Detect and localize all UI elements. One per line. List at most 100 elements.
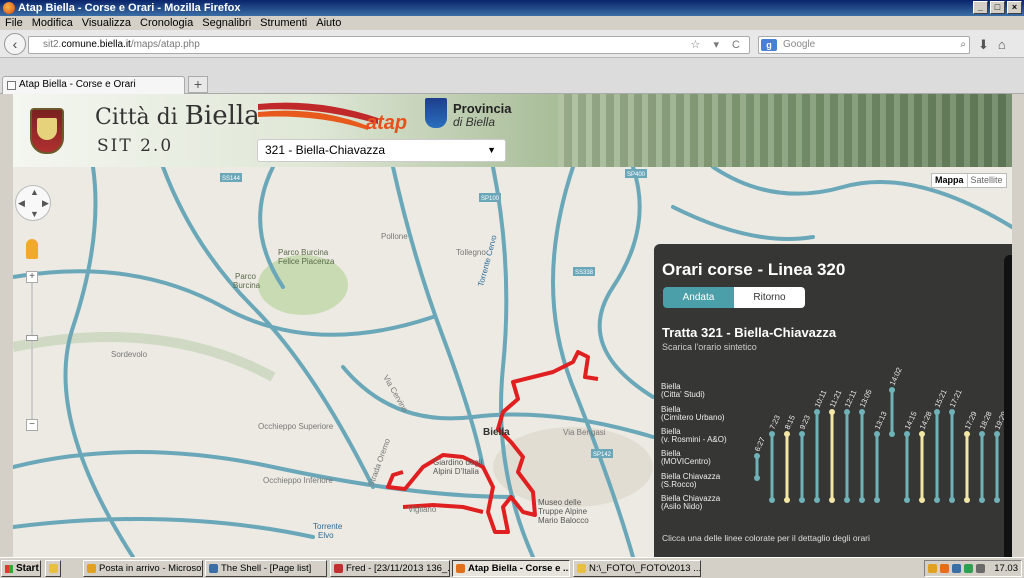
tray-icon[interactable] bbox=[964, 564, 973, 573]
tab-andata[interactable]: Andata bbox=[663, 287, 734, 308]
tratta-title: Tratta 321 - Biella-Chiavazza bbox=[662, 325, 837, 340]
run-stop-dot[interactable] bbox=[769, 431, 775, 437]
run-stop-dot[interactable] bbox=[934, 497, 940, 503]
zoom-track[interactable] bbox=[31, 283, 33, 419]
google-icon[interactable]: g bbox=[761, 39, 777, 51]
run-stop-dot[interactable] bbox=[904, 497, 910, 503]
run-stop-dot[interactable] bbox=[859, 497, 865, 503]
tray-icon[interactable] bbox=[940, 564, 949, 573]
run-time-label: 17:29 bbox=[963, 410, 979, 431]
run-stop-dot[interactable] bbox=[844, 497, 850, 503]
zoom-in-button[interactable]: + bbox=[26, 271, 38, 283]
run-stop-dot[interactable] bbox=[964, 497, 970, 503]
street-view-pegman-icon[interactable] bbox=[26, 239, 38, 259]
map-type-mappa[interactable]: Mappa bbox=[932, 174, 967, 187]
search-icon[interactable]: ⌕ bbox=[960, 37, 966, 53]
minimize-button[interactable]: _ bbox=[973, 1, 988, 14]
quicklaunch-icon[interactable] bbox=[45, 560, 61, 577]
run-stop-dot[interactable] bbox=[904, 431, 910, 437]
run-stop-dot[interactable] bbox=[874, 497, 880, 503]
pan-left-icon[interactable]: ◀ bbox=[18, 198, 25, 209]
pan-right-icon[interactable]: ▶ bbox=[42, 198, 49, 209]
run-stop-dot[interactable] bbox=[889, 431, 895, 437]
run-stop-dot[interactable] bbox=[919, 431, 925, 437]
run-stop-dot[interactable] bbox=[994, 431, 1000, 437]
app-icon bbox=[334, 564, 343, 573]
tab-title: Atap Biella - Corse e Orari bbox=[19, 79, 136, 90]
run-stop-dot[interactable] bbox=[784, 431, 790, 437]
run-stop-dot[interactable] bbox=[979, 497, 985, 503]
run-stop-dot[interactable] bbox=[754, 475, 760, 481]
menu-visualizza[interactable]: Visualizza bbox=[82, 16, 131, 30]
tab-atap-biella[interactable]: Atap Biella - Corse e Orari bbox=[2, 76, 185, 94]
zoom-out-button[interactable]: − bbox=[26, 419, 38, 431]
url-bar[interactable]: sit2.comune.biella.it/maps/atap.php ☆ ▾ … bbox=[28, 36, 750, 54]
pan-up-icon[interactable]: ▲ bbox=[30, 187, 39, 197]
map-label: Truppe Alpine bbox=[538, 507, 588, 516]
run-stop-dot[interactable] bbox=[799, 497, 805, 503]
volume-icon[interactable] bbox=[976, 564, 985, 573]
run-time-label: 15:21 bbox=[933, 388, 949, 409]
maximize-button[interactable]: □ bbox=[990, 1, 1005, 14]
menu-strumenti[interactable]: Strumenti bbox=[260, 16, 307, 30]
taskbar-item-folder[interactable]: N:\_FOTO\_FOTO\2013 ... bbox=[573, 560, 701, 577]
stop-detail: (Cimitero Urbano) bbox=[661, 413, 725, 422]
menu-segnalibri[interactable]: Segnalibri bbox=[202, 16, 251, 30]
pan-control[interactable]: ▲ ◀ ▶ ▼ bbox=[15, 185, 51, 221]
close-button[interactable]: × bbox=[1007, 1, 1022, 14]
menu-aiuto[interactable]: Aiuto bbox=[316, 16, 341, 30]
route-select-value: 321 - Biella-Chiavazza bbox=[265, 143, 386, 157]
run-stop-dot[interactable] bbox=[799, 431, 805, 437]
run-stop-dot[interactable] bbox=[814, 497, 820, 503]
run-stop-dot[interactable] bbox=[829, 497, 835, 503]
star-icon[interactable]: ☆ ▾ C bbox=[691, 37, 745, 53]
zoom-control: + − bbox=[26, 271, 38, 431]
run-stop-dot[interactable] bbox=[919, 497, 925, 503]
home-icon[interactable]: ⌂ bbox=[998, 37, 1015, 52]
tray-icon[interactable] bbox=[928, 564, 937, 573]
map-label: Tollegno bbox=[456, 248, 486, 257]
url-prefix: sit2. bbox=[43, 39, 62, 50]
run-stop-dot[interactable] bbox=[829, 409, 835, 415]
run-stop-dot[interactable] bbox=[949, 497, 955, 503]
run-stop-dot[interactable] bbox=[949, 409, 955, 415]
tab-ritorno[interactable]: Ritorno bbox=[734, 287, 805, 308]
zoom-slider-handle[interactable] bbox=[26, 335, 38, 341]
provincia-shield-icon bbox=[425, 98, 447, 128]
road-shield-label: SS144 bbox=[222, 176, 241, 182]
route-select[interactable]: 321 - Biella-Chiavazza ▼ bbox=[257, 139, 506, 162]
run-stop-dot[interactable] bbox=[994, 497, 1000, 503]
run-stop-dot[interactable] bbox=[859, 409, 865, 415]
taskbar-item-fred[interactable]: Fred - [23/11/2013 136_... bbox=[330, 560, 450, 577]
download-timetable-link[interactable]: Scarica l'orario sintetico bbox=[662, 342, 757, 352]
run-stop-dot[interactable] bbox=[769, 497, 775, 503]
taskbar-item-mail[interactable]: Posta in arrivo - Microsof... bbox=[83, 560, 203, 577]
menu-file[interactable]: File bbox=[5, 16, 23, 30]
provincia-line2: di Biella bbox=[453, 115, 496, 129]
map-type-satellite[interactable]: Satellite bbox=[966, 174, 1006, 187]
run-stop-dot[interactable] bbox=[979, 431, 985, 437]
pan-down-icon[interactable]: ▼ bbox=[30, 209, 39, 219]
run-stop-dot[interactable] bbox=[844, 409, 850, 415]
taskbar-item-shell[interactable]: The Shell - [Page list] bbox=[205, 560, 327, 577]
start-button[interactable]: Start bbox=[1, 560, 41, 577]
new-tab-button[interactable]: + bbox=[188, 76, 208, 93]
search-input[interactable]: g Google ⌕ bbox=[758, 36, 970, 54]
run-stop-dot[interactable] bbox=[964, 431, 970, 437]
site-header: Città di Biella SIT 2.0 atap Provincia d… bbox=[13, 94, 1012, 167]
run-stop-dot[interactable] bbox=[874, 431, 880, 437]
taskbar-label: Fred - [23/11/2013 136_... bbox=[346, 563, 450, 574]
menu-modifica[interactable]: Modifica bbox=[32, 16, 73, 30]
back-arrow-icon[interactable]: ‹ bbox=[4, 33, 26, 55]
run-stop-dot[interactable] bbox=[754, 453, 760, 459]
taskbar-item-firefox[interactable]: Atap Biella - Corse e ... bbox=[452, 560, 570, 577]
run-stop-dot[interactable] bbox=[889, 387, 895, 393]
download-icon[interactable]: ⬇ bbox=[978, 37, 998, 52]
run-stop-dot[interactable] bbox=[784, 497, 790, 503]
biella-crest-icon bbox=[30, 108, 64, 154]
run-stop-dot[interactable] bbox=[934, 409, 940, 415]
menu-cronologia[interactable]: Cronologia bbox=[140, 16, 193, 30]
run-stop-dot[interactable] bbox=[814, 409, 820, 415]
map-label: Torrente Cervo bbox=[476, 234, 499, 288]
tray-icon[interactable] bbox=[952, 564, 961, 573]
